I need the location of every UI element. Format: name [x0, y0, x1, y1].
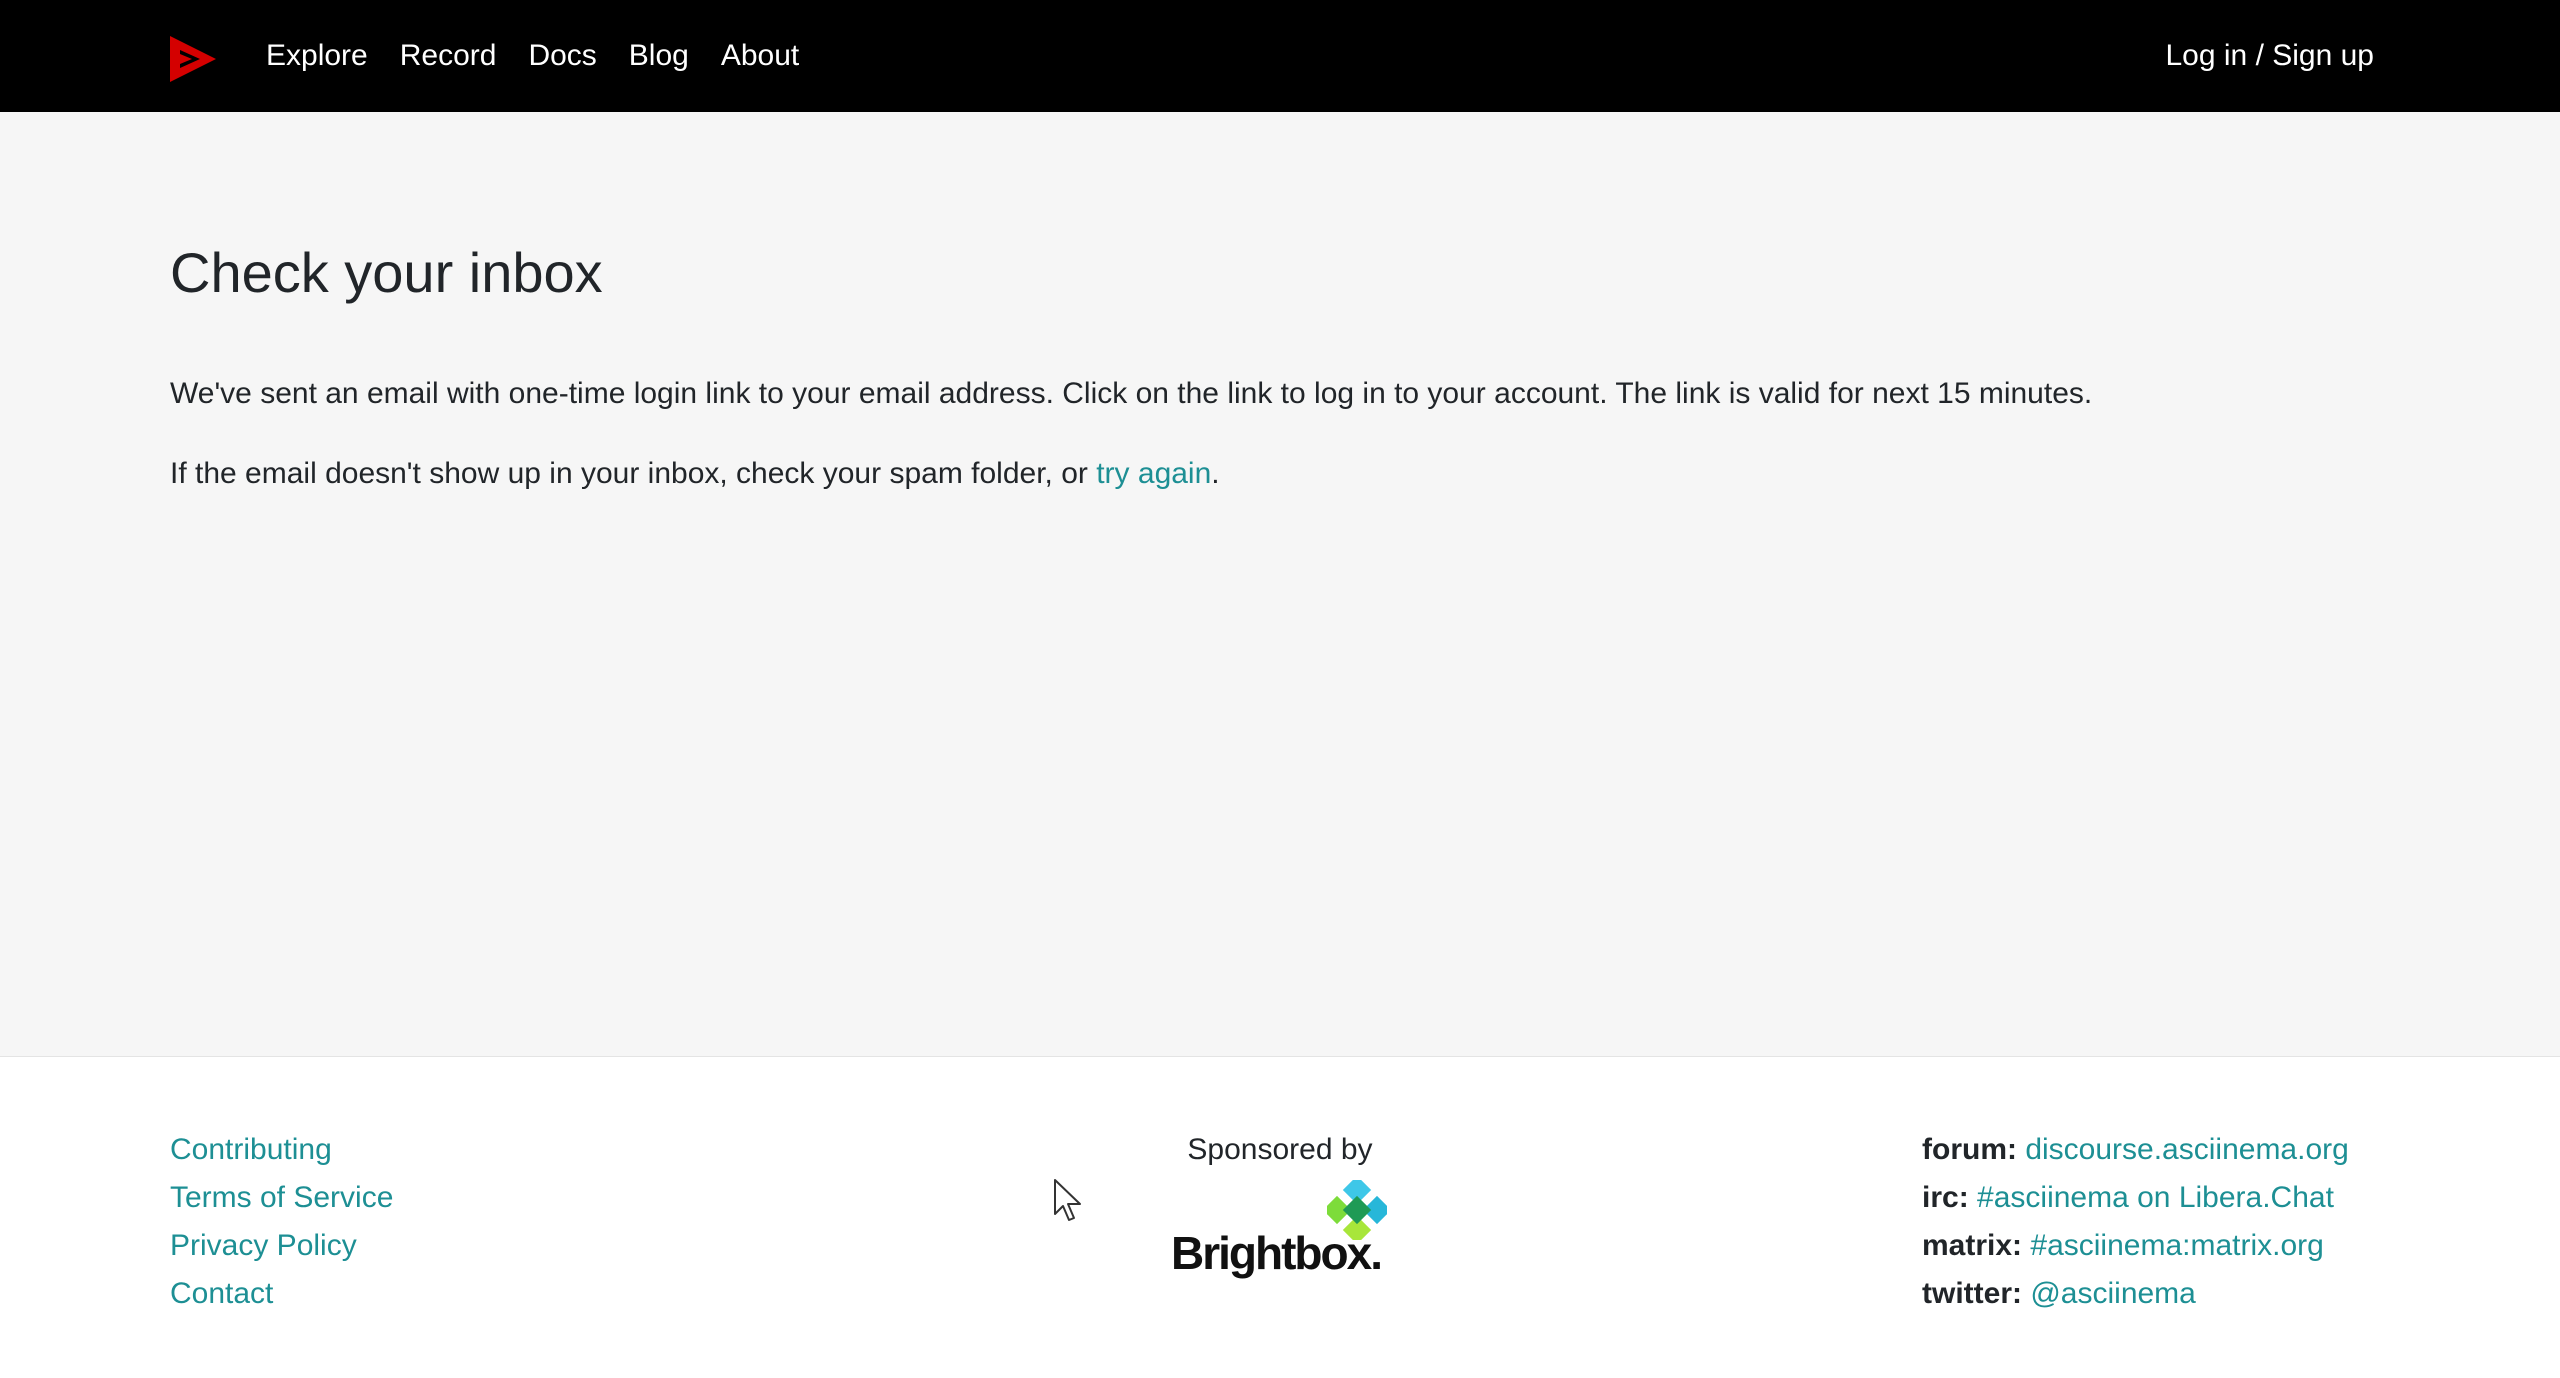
sponsored-by-label: Sponsored by: [1187, 1133, 1373, 1166]
nav-record-link[interactable]: Record: [400, 39, 497, 73]
spam-message-end: .: [1211, 457, 1220, 490]
forum-row: forum: discourse.asciinema.org: [1922, 1126, 2349, 1174]
twitter-row: twitter: @asciinema: [1922, 1270, 2349, 1318]
footer: Contributing Terms of Service Privacy Po…: [0, 1058, 2560, 1378]
nav-about-link[interactable]: About: [721, 39, 799, 73]
contributing-link[interactable]: Contributing: [170, 1126, 393, 1174]
twitter-label: twitter:: [1922, 1277, 2022, 1310]
spam-message-text: If the email doesn't show up in your inb…: [170, 457, 1097, 490]
matrix-row: matrix: #asciinema:matrix.org: [1922, 1222, 2349, 1270]
contact-link[interactable]: Contact: [170, 1270, 393, 1318]
matrix-link[interactable]: #asciinema:matrix.org: [2030, 1229, 2323, 1262]
matrix-label: matrix:: [1922, 1229, 2023, 1262]
top-navbar: Explore Record Docs Blog About Log in / …: [0, 0, 2560, 112]
email-sent-message: We've sent an email with one-time login …: [170, 377, 2093, 410]
irc-link[interactable]: #asciinema on Libera.Chat: [1977, 1181, 2334, 1214]
privacy-policy-link[interactable]: Privacy Policy: [170, 1222, 393, 1270]
brightbox-wordmark: Brightbox.: [1171, 1227, 1383, 1279]
footer-links: Contributing Terms of Service Privacy Po…: [170, 1126, 393, 1318]
mouse-pointer-icon: [1054, 1179, 1081, 1221]
irc-row: irc: #asciinema on Libera.Chat: [1922, 1174, 2349, 1222]
terms-of-service-link[interactable]: Terms of Service: [170, 1174, 393, 1222]
irc-label: irc:: [1922, 1181, 1969, 1214]
spam-folder-message: If the email doesn't show up in your inb…: [170, 457, 1220, 491]
brightbox-logo[interactable]: Brightbox.: [1165, 1180, 1395, 1280]
nav-explore-link[interactable]: Explore: [266, 39, 368, 73]
nav-docs-link[interactable]: Docs: [528, 39, 596, 73]
sponsor-block: Sponsored by Brightbox.: [1130, 1126, 1430, 1280]
community-links: forum: discourse.asciinema.org irc: #asc…: [1922, 1126, 2349, 1318]
main-nav: Explore Record Docs Blog About: [266, 0, 799, 112]
main-content: Check your inbox We've sent an email wit…: [0, 112, 2560, 1057]
asciinema-play-logo-icon[interactable]: [170, 36, 216, 82]
forum-link[interactable]: discourse.asciinema.org: [2025, 1133, 2348, 1166]
login-signup-link[interactable]: Log in / Sign up: [2166, 0, 2375, 112]
twitter-link[interactable]: @asciinema: [2030, 1277, 2196, 1310]
forum-label: forum:: [1922, 1133, 2017, 1166]
nav-blog-link[interactable]: Blog: [629, 39, 689, 73]
page-title: Check your inbox: [170, 241, 603, 304]
try-again-link[interactable]: try again: [1096, 457, 1211, 490]
